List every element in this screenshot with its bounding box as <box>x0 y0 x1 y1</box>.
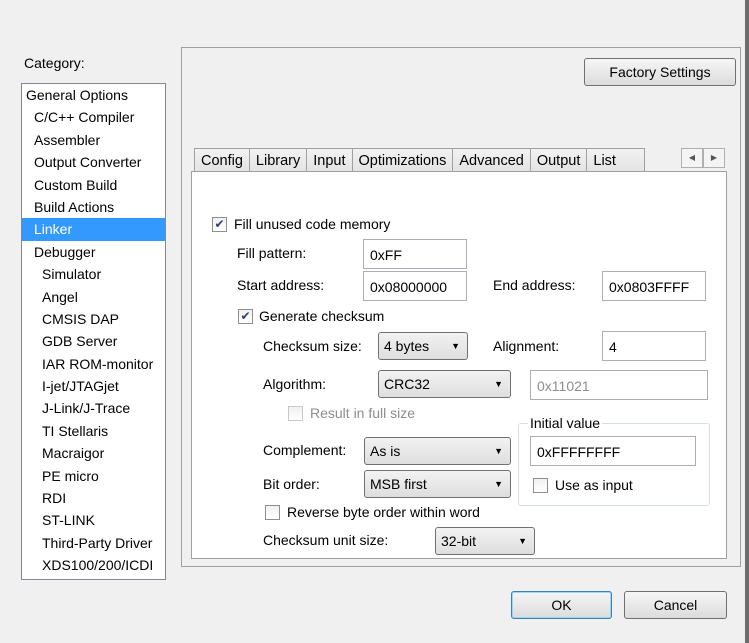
tab-list[interactable]: List <box>586 148 646 172</box>
category-item[interactable]: General Options <box>22 84 165 106</box>
category-item[interactable]: Third-Party Driver <box>22 532 165 554</box>
checksum-size-value: 4 bytes <box>384 338 430 354</box>
bit-order-label: Bit order: <box>263 476 320 492</box>
tab-library[interactable]: Library <box>248 148 308 172</box>
category-item[interactable]: Debugger <box>22 241 165 263</box>
chevron-down-icon: ▼ <box>494 446 503 456</box>
category-item[interactable]: Macraigor <box>22 442 165 464</box>
cancel-button[interactable]: Cancel <box>624 591 727 619</box>
category-item[interactable]: J-Link/J-Trace <box>22 397 165 419</box>
complement-value: As is <box>370 443 401 459</box>
unit-size-label: Checksum unit size: <box>263 532 389 548</box>
scroll-left-icon[interactable]: ◀ <box>681 148 703 168</box>
full-size-label: Result in full size <box>310 405 416 421</box>
reverse-byte-checkbox[interactable] <box>265 505 280 520</box>
category-item[interactable]: XDS100/200/ICDI <box>22 554 165 576</box>
polynomial-input: 0x11021 <box>530 370 708 400</box>
category-item[interactable]: Build Actions <box>22 196 165 218</box>
category-item[interactable]: RDI <box>22 487 165 509</box>
alignment-input[interactable]: 4 <box>602 331 706 361</box>
bit-order-value: MSB first <box>370 476 427 492</box>
initial-value-group-label: Initial value <box>528 415 603 431</box>
fill-pattern-label: Fill pattern: <box>237 245 307 261</box>
category-item[interactable]: Custom Build <box>22 174 165 196</box>
category-item[interactable]: Linker <box>22 218 165 241</box>
category-item[interactable]: Angel <box>22 286 165 308</box>
full-size-checkbox <box>288 406 303 421</box>
tab-config[interactable]: Config <box>194 148 250 172</box>
window-edge <box>745 0 749 643</box>
tab-scroll[interactable]: ◀ ▶ <box>681 148 725 168</box>
category-list[interactable]: General Options C/C++ Compiler Assembler Ou… <box>21 83 166 580</box>
scroll-right-icon[interactable]: ▶ <box>703 148 725 168</box>
chevron-down-icon: ▼ <box>451 341 460 351</box>
alignment-label: Alignment: <box>493 338 560 354</box>
checksum-size-label: Checksum size: <box>263 338 362 354</box>
complement-label: Complement: <box>263 442 347 458</box>
tab-optimizations[interactable]: Optimizations <box>351 148 454 172</box>
algorithm-label: Algorithm: <box>263 376 327 392</box>
chevron-down-icon: ▼ <box>494 479 503 489</box>
category-item[interactable]: GDB Server <box>22 330 165 352</box>
unit-size-value: 32-bit <box>441 533 477 549</box>
initial-value-input[interactable]: 0xFFFFFFFF <box>530 436 696 466</box>
fill-pattern-input[interactable]: 0xFF <box>363 239 467 269</box>
factory-settings-button[interactable]: Factory Settings <box>584 58 736 86</box>
chevron-down-icon: ▼ <box>494 379 503 389</box>
end-address-input[interactable]: 0x0803FFFF <box>602 271 706 301</box>
fill-unused-checkbox[interactable]: ✔ <box>212 217 227 232</box>
bit-order-dropdown[interactable]: MSB first ▼ <box>364 470 511 498</box>
generate-checksum-label: Generate checksum <box>259 308 385 324</box>
category-item[interactable]: IAR ROM-monitor <box>22 353 165 375</box>
category-item[interactable]: I-jet/JTAGjet <box>22 375 165 397</box>
category-label: Category: <box>24 55 85 71</box>
algorithm-value: CRC32 <box>384 376 430 392</box>
tab-input[interactable]: Input <box>306 148 353 172</box>
use-as-input-label: Use as input <box>555 477 633 493</box>
generate-checksum-checkbox[interactable]: ✔ <box>238 309 253 324</box>
category-item[interactable]: CMSIS DAP <box>22 308 165 330</box>
reverse-byte-label: Reverse byte order within word <box>287 504 480 520</box>
tab-output[interactable]: Output <box>529 148 588 172</box>
tab-bar: Config Library Input Optimizations Advanced O… <box>194 148 646 172</box>
category-item[interactable]: C/C++ Compiler <box>22 106 165 128</box>
end-address-label: End address: <box>493 277 576 293</box>
category-item[interactable]: TI Stellaris <box>22 420 165 442</box>
tab-advanced[interactable]: Advanced <box>452 148 531 172</box>
start-address-label: Start address: <box>237 277 325 293</box>
category-item[interactable]: Assembler <box>22 129 165 151</box>
complement-dropdown[interactable]: As is ▼ <box>364 437 511 465</box>
start-address-input[interactable]: 0x08000000 <box>363 271 467 301</box>
checksum-size-dropdown[interactable]: 4 bytes ▼ <box>378 332 468 360</box>
category-item[interactable]: Output Converter <box>22 151 165 173</box>
fill-unused-label: Fill unused code memory <box>234 216 391 232</box>
algorithm-dropdown[interactable]: CRC32 ▼ <box>378 370 511 398</box>
category-item[interactable]: Simulator <box>22 263 165 285</box>
category-item[interactable]: PE micro <box>22 465 165 487</box>
unit-size-dropdown[interactable]: 32-bit ▼ <box>435 527 535 555</box>
category-item[interactable]: ST-LINK <box>22 509 165 531</box>
use-as-input-checkbox[interactable] <box>533 478 548 493</box>
chevron-down-icon: ▼ <box>518 536 527 546</box>
ok-button[interactable]: OK <box>511 591 612 619</box>
